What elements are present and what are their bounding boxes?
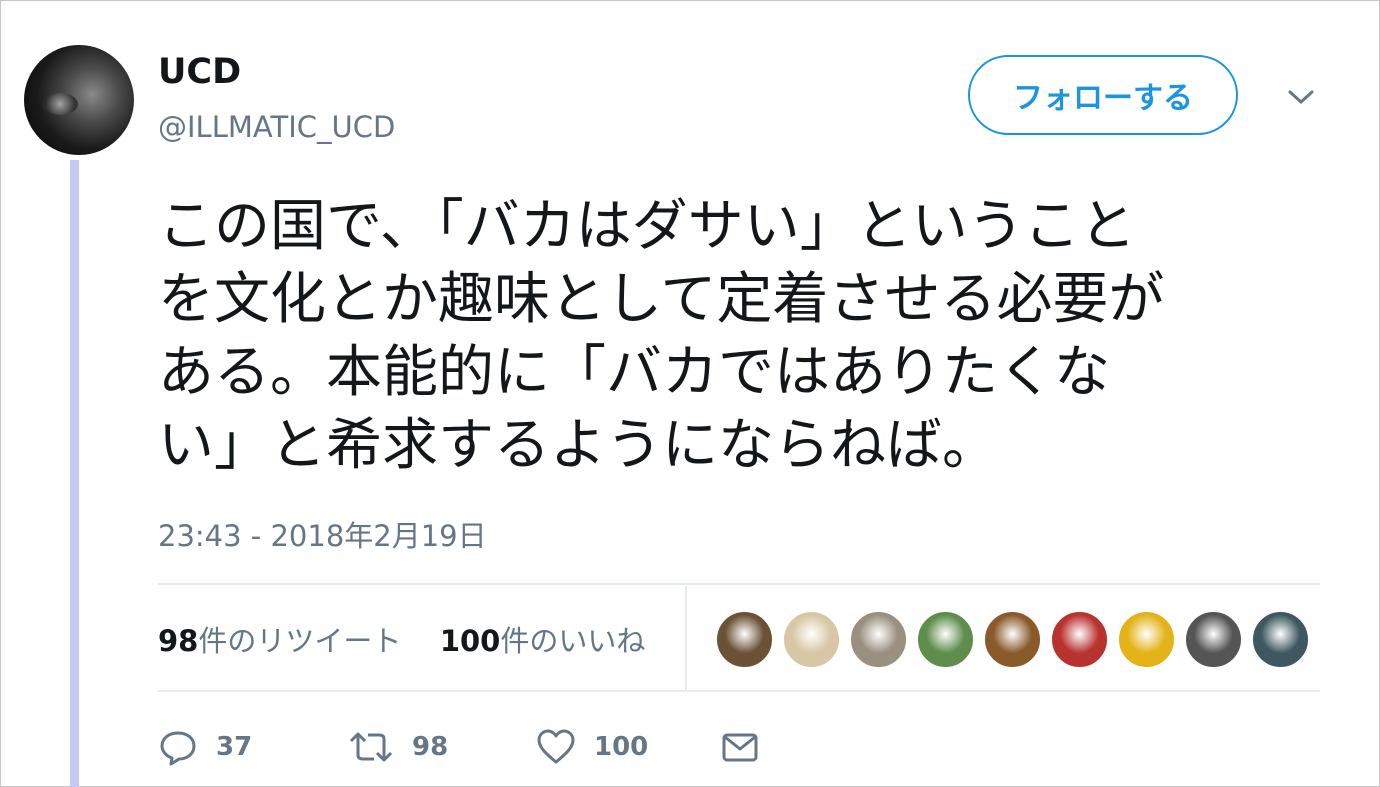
like-stat[interactable]: 100件のいいね [440,624,646,658]
follow-button[interactable]: フォローする [968,55,1238,135]
divider-top [158,583,1320,585]
reply-count: 37 [216,732,253,762]
like-stat-label: 件のいいね [500,624,646,658]
thread-line [70,160,79,787]
retweet-stat-count: 98 [158,624,199,658]
divider-bottom [158,690,1320,692]
retweet-stat-label: 件のリツイート [198,624,402,658]
liker-avatar-train[interactable] [1252,611,1309,668]
chevron-down-icon[interactable] [1284,80,1318,114]
direct-message-button[interactable] [720,722,760,772]
liker-avatar-red-hat[interactable] [1051,611,1108,668]
liker-avatar-deer[interactable] [716,611,773,668]
user-avatar[interactable] [24,45,134,155]
heart-icon [537,729,575,764]
retweet-stat[interactable]: 98件のリツイート [158,624,401,658]
tweet-text-line: い」と希求するようにならねば。 [158,413,998,478]
stats-divider [685,586,687,691]
tweet-text: この国で、「バカはダサい」ということ を文化とか趣味として定着させる必要が ある… [158,190,1308,482]
retweet-icon [349,732,393,762]
envelope-icon [722,733,758,762]
liker-avatar-yellow-face[interactable] [1118,611,1175,668]
tweet-text-line: この国で、「バカはダサい」ということ [158,194,1136,259]
retweet-button[interactable]: 98 [348,722,448,772]
retweet-count: 98 [412,732,449,762]
engagement-stats: 98件のリツイート 100件のいいね [158,618,645,660]
liker-avatar-food[interactable] [783,611,840,668]
liker-avatar-landscape[interactable] [917,611,974,668]
tweet-timestamp[interactable]: 23:43 - 2018年2月19日 [158,513,487,555]
tweet-text-line: を文化とか趣味として定着させる必要が [158,267,1165,332]
tweet-text-line: ある。本能的に「バカではありたくな [158,340,1110,405]
liker-avatar-cat[interactable] [850,611,907,668]
like-count: 100 [594,732,649,762]
user-handle[interactable]: @ILLMATIC_UCD [158,110,395,144]
user-display-name[interactable]: UCD [158,52,241,92]
reply-button[interactable]: 37 [158,722,252,772]
liker-avatar-bw-photo[interactable] [1185,611,1242,668]
like-stat-count: 100 [439,624,501,658]
like-button[interactable]: 100 [536,722,648,772]
liker-avatar-character[interactable] [984,611,1041,668]
reply-icon [160,731,196,766]
